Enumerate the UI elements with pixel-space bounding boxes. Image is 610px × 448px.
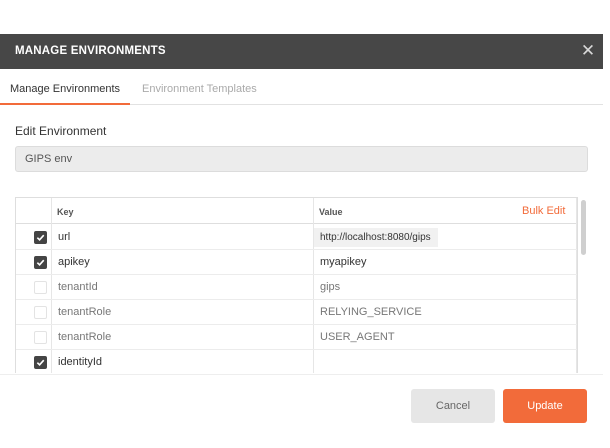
row-key-input[interactable] [52,275,311,299]
table-row [16,275,577,300]
row-value-input[interactable] [314,325,576,349]
row-value-input[interactable] [314,350,576,373]
row-key-input[interactable] [52,225,311,249]
row-key-input[interactable] [52,300,311,324]
table-row [16,300,577,325]
row-value-input[interactable] [314,250,576,274]
table-row [16,350,577,373]
table-scrollbar[interactable] [581,200,586,255]
section-title: Edit Environment [15,124,107,138]
dialog-titlebar: MANAGE ENVIRONMENTS ✕ [0,34,603,69]
table-row [16,225,577,250]
active-tab-indicator [0,103,130,105]
key-column-header: Key [57,207,74,217]
row-key-input[interactable] [52,325,311,349]
row-enabled-checkbox[interactable] [34,356,47,369]
row-key-input[interactable] [52,250,311,274]
tab-bar: Manage Environments Environment Template… [0,69,603,105]
row-value-input[interactable] [314,275,576,299]
table-row [16,250,577,275]
table-row [16,325,577,350]
row-enabled-checkbox[interactable] [34,231,47,244]
value-column-header: Value [319,207,343,217]
tab-environment-templates[interactable]: Environment Templates [142,83,257,95]
footer-divider [0,374,603,375]
table-header: Key Value Bulk Edit [16,198,577,224]
dialog-title: MANAGE ENVIRONMENTS [15,45,166,57]
close-icon[interactable]: ✕ [580,42,596,60]
row-enabled-checkbox[interactable] [34,256,47,269]
row-key-input[interactable] [52,350,311,373]
row-enabled-checkbox[interactable] [34,281,47,294]
environment-name-input[interactable] [15,146,588,172]
variables-table: Key Value Bulk Edit [15,197,578,373]
tab-manage-environments[interactable]: Manage Environments [10,83,120,95]
update-button[interactable]: Update [503,389,587,423]
row-enabled-checkbox[interactable] [34,306,47,319]
row-value-input[interactable] [314,300,576,324]
row-value-input[interactable] [314,225,576,249]
bulk-edit-link[interactable]: Bulk Edit [522,205,565,217]
row-enabled-checkbox[interactable] [34,331,47,344]
cancel-button[interactable]: Cancel [411,389,495,423]
